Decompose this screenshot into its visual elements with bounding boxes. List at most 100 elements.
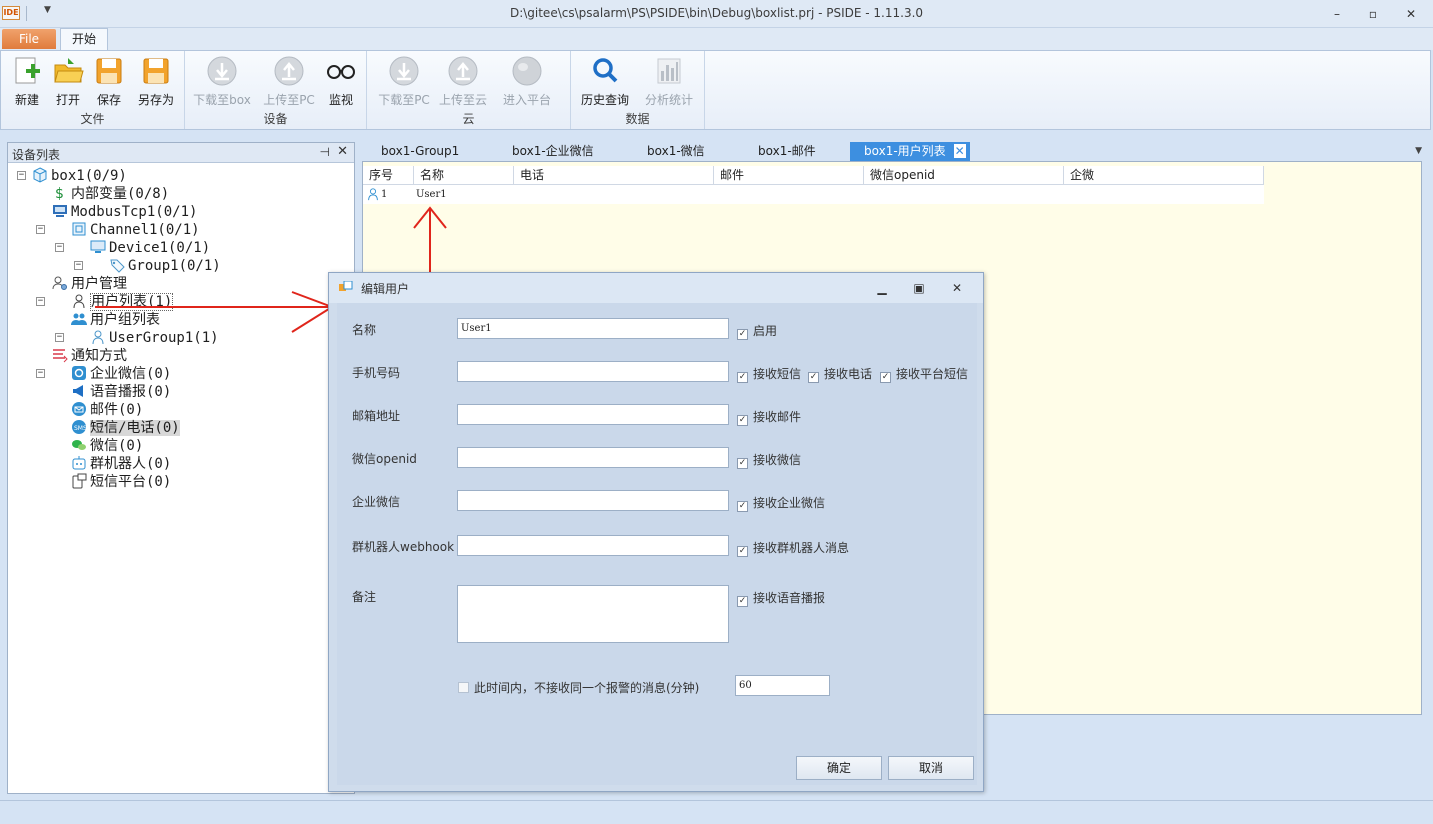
tree-node-email[interactable]: 邮件(0): [71, 401, 143, 419]
history-button[interactable]: 历史查询: [577, 55, 633, 108]
device-list-header: 设备列表 ⊣ ✕: [8, 143, 354, 163]
recv-sms-checkbox[interactable]: ✓ 接收短信: [737, 365, 801, 383]
checkbox-box: ✓: [880, 372, 891, 383]
recv-voice-checkbox[interactable]: ✓ 接收语音播报: [737, 589, 825, 607]
ribbon-group-data-label: 数据: [625, 112, 650, 126]
checkbox-box: ✓: [737, 415, 748, 426]
dialog-restore-button[interactable]: ▣: [910, 281, 928, 295]
tree-node-internal-vars[interactable]: $ 内部变量(0/8): [52, 185, 169, 203]
recv-call-checkbox[interactable]: ✓ 接收电话: [808, 365, 872, 383]
name-label: 名称: [352, 323, 377, 337]
tab-start[interactable]: 开始: [60, 28, 108, 50]
new-button[interactable]: 新建: [9, 55, 45, 108]
tree-node-label: 用户组列表: [90, 312, 160, 328]
panel-close-icon[interactable]: ✕: [337, 144, 348, 159]
col-header-name[interactable]: 名称: [414, 166, 514, 185]
email-field[interactable]: [457, 404, 729, 425]
pin-icon[interactable]: ⊣: [320, 145, 330, 159]
tree-node-notify-methods[interactable]: 通知方式: [52, 347, 127, 365]
dialog-close-button[interactable]: ✕: [948, 281, 966, 295]
upload-pc-button[interactable]: 上传至PC: [259, 55, 319, 108]
tab-box1-group1[interactable]: box1-Group1: [381, 142, 459, 161]
recv-robot-checkbox[interactable]: ✓ 接收群机器人消息: [737, 539, 849, 557]
col-header-phone[interactable]: 电话: [514, 166, 714, 185]
close-button[interactable]: ✕: [1400, 6, 1422, 22]
name-field[interactable]: User1: [457, 318, 729, 339]
recv-wechat-checkbox[interactable]: ✓ 接收微信: [737, 451, 801, 469]
tree-expander[interactable]: −: [55, 333, 64, 342]
table-row[interactable]: 1 User1: [363, 185, 1264, 204]
ribbon: 新建 打开 保存 另存为 文件 下载至box 上传至PC 监视 设备 下载至PC…: [0, 50, 1431, 130]
tree-node-sms-call[interactable]: SMS 短信/电话(0): [71, 419, 180, 437]
tree-node-group1[interactable]: Group1(0/1): [109, 257, 221, 275]
tab-box1-wework[interactable]: box1-企业微信: [512, 142, 594, 161]
tree-node-user-list[interactable]: 用户列表(1): [71, 293, 174, 311]
save-label: 保存: [96, 93, 121, 107]
tab-close-icon[interactable]: ✕: [953, 144, 966, 158]
ribbon-group-cloud: 下载至PC 上传至云 进入平台 云: [367, 51, 571, 129]
cancel-button[interactable]: 取消: [888, 756, 974, 780]
ok-button[interactable]: 确定: [796, 756, 882, 780]
col-header-wework[interactable]: 企微: [1064, 166, 1264, 185]
tree-node-modbustcp1[interactable]: ModbusTcp1(0/1): [52, 203, 197, 221]
save-button[interactable]: 保存: [92, 55, 126, 108]
new-label: 新建: [14, 93, 39, 107]
tab-box1-email[interactable]: box1-邮件: [758, 142, 816, 161]
device-list-panel: 设备列表 ⊣ ✕ − − − − − − − box1(0/9) $ 内部变量(0…: [7, 142, 355, 794]
robot-webhook-field[interactable]: [457, 535, 729, 556]
analysis-button[interactable]: 分析统计: [641, 55, 697, 108]
tree-node-wechat[interactable]: 微信(0): [71, 437, 143, 455]
tree-expander[interactable]: −: [17, 171, 26, 180]
tree-node-user-group-list[interactable]: 用户组列表: [71, 311, 160, 329]
recv-wework-checkbox[interactable]: ✓ 接收企业微信: [737, 494, 825, 512]
tab-box1-wechat[interactable]: box1-微信: [647, 142, 705, 161]
tree-expander[interactable]: −: [36, 225, 45, 234]
wechat-openid-field[interactable]: [457, 447, 729, 468]
col-header-index[interactable]: 序号: [363, 166, 414, 185]
new-file-icon: [15, 57, 40, 84]
tree-node-channel1[interactable]: Channel1(0/1): [71, 221, 200, 239]
user-icon: [368, 188, 378, 201]
monitor-button[interactable]: 监视: [323, 55, 359, 108]
tree-node-box1[interactable]: box1(0/9): [32, 167, 127, 185]
tree-expander[interactable]: −: [74, 261, 83, 270]
save-as-disk-icon: [143, 58, 169, 84]
tree-node-wework[interactable]: 企业微信(0): [71, 365, 171, 383]
col-header-wechat-openid[interactable]: 微信openid: [864, 166, 1064, 185]
open-button[interactable]: 打开: [51, 55, 85, 108]
restore-button[interactable]: ▫: [1362, 6, 1384, 22]
note-field[interactable]: [457, 585, 729, 643]
enter-platform-button[interactable]: 进入平台: [499, 55, 555, 108]
minimize-button[interactable]: –: [1326, 6, 1348, 22]
mute-repeat-checkbox[interactable]: 此时间内，不接收同一个报警的消息(分钟): [458, 679, 699, 696]
dialog-minimize-button[interactable]: ▁: [873, 281, 891, 295]
checkbox-box: ✓: [737, 329, 748, 340]
recv-email-checkbox[interactable]: ✓ 接收邮件: [737, 408, 801, 426]
tree-node-user-management[interactable]: 用户管理: [52, 275, 127, 293]
recv-platform-sms-checkbox[interactable]: ✓ 接收平台短信: [880, 365, 968, 383]
tree-expander[interactable]: −: [36, 369, 45, 378]
upload-cloud-label: 上传至云: [438, 93, 487, 107]
tree-expander[interactable]: −: [55, 243, 64, 252]
tree-node-label: 语音播报(0): [90, 384, 172, 400]
enabled-checkbox[interactable]: ✓ 启用: [737, 322, 777, 340]
tab-list-dropdown-icon[interactable]: ▼: [1415, 146, 1422, 156]
download-pc-button[interactable]: 下载至PC: [373, 55, 435, 108]
wework-field[interactable]: [457, 490, 729, 511]
upload-cloud-button[interactable]: 上传至云: [437, 55, 489, 108]
tree-node-device1[interactable]: Device1(0/1): [90, 239, 210, 257]
ribbon-tabs: File 开始: [0, 28, 1433, 50]
phone-field[interactable]: [457, 361, 729, 382]
tree-node-voice-broadcast[interactable]: 语音播报(0): [71, 383, 171, 401]
tree-node-usergroup1[interactable]: UserGroup1(1): [90, 329, 219, 347]
save-as-button[interactable]: 另存为: [133, 55, 179, 108]
tree-node-sms-platform[interactable]: 短信平台(0): [71, 473, 171, 491]
download-box-button[interactable]: 下载至box: [191, 55, 253, 108]
tab-file[interactable]: File: [2, 29, 56, 49]
dialog-title-bar[interactable]: 编辑用户 ▁ ▣ ✕: [329, 273, 983, 303]
mute-minutes-field[interactable]: 60: [735, 675, 830, 696]
tree-node-group-robot[interactable]: 群机器人(0): [71, 455, 171, 473]
tree-expander[interactable]: −: [36, 297, 45, 306]
col-header-email[interactable]: 邮件: [714, 166, 864, 185]
tab-box1-user-list[interactable]: box1-用户列表 ✕: [850, 142, 970, 161]
